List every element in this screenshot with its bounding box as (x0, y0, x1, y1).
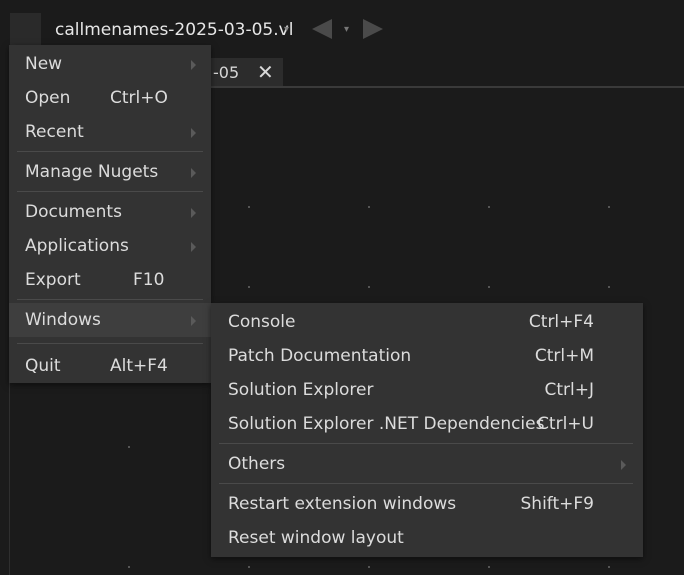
submenu-item-label: Console (228, 312, 296, 332)
menu-item-windows[interactable]: Windows (9, 303, 211, 337)
windows-submenu: Console Ctrl+F4 Patch Documentation Ctrl… (211, 303, 643, 557)
grid-dot (248, 206, 250, 208)
menu-separator (219, 443, 633, 444)
menu-item-shortcut: F10 (133, 270, 165, 290)
grid-dot (488, 286, 490, 288)
menu-item-label: Open (25, 88, 71, 108)
tab-divider (195, 86, 684, 88)
chevron-right-icon (191, 208, 196, 218)
menu-item-label: Recent (25, 122, 84, 142)
submenu-item-console[interactable]: Console Ctrl+F4 (211, 305, 643, 339)
submenu-item-label: Solution Explorer .NET Dependencies (228, 414, 545, 434)
menu-item-documents[interactable]: Documents (9, 195, 211, 229)
grid-dot (368, 206, 370, 208)
grid-dot (488, 206, 490, 208)
submenu-item-label: Patch Documentation (228, 346, 412, 366)
menu-item-shortcut: Ctrl+O (110, 88, 168, 108)
menu-item-applications[interactable]: Applications (9, 229, 211, 263)
chevron-right-icon (191, 168, 196, 178)
submenu-item-label: Reset window layout (228, 528, 404, 548)
triangle-left-icon[interactable] (312, 19, 332, 39)
menu-item-label: Documents (25, 202, 122, 222)
grid-dot (368, 566, 370, 568)
menu-item-label: Export (25, 270, 81, 290)
menu-item-label: Manage Nugets (25, 162, 159, 182)
grid-dot (248, 566, 250, 568)
submenu-item-label: Solution Explorer (228, 380, 374, 400)
menu-item-label: Windows (25, 310, 101, 330)
grid-dot (248, 286, 250, 288)
submenu-item-restart-extension-windows[interactable]: Restart extension windows Shift+F9 (211, 487, 643, 521)
grid-dot (128, 566, 130, 568)
grid-dot (608, 566, 610, 568)
grid-dot (368, 286, 370, 288)
grid-dot (608, 206, 610, 208)
menu-item-quit[interactable]: Quit Alt+F4 (9, 349, 211, 383)
main-menu: New Open Ctrl+O Recent Manage Nugets Doc… (9, 45, 211, 383)
submenu-item-shortcut: Ctrl+F4 (528, 312, 594, 332)
menu-item-recent[interactable]: Recent (9, 115, 211, 149)
close-icon[interactable]: ✕ (257, 60, 274, 84)
submenu-item-shortcut: Shift+F9 (520, 494, 594, 514)
document-title[interactable]: callmenames-2025-03-05.vl (55, 20, 293, 40)
menu-item-manage-nugets[interactable]: Manage Nugets (9, 155, 211, 189)
menu-item-open[interactable]: Open Ctrl+O (9, 81, 211, 115)
menu-separator (17, 191, 203, 192)
caret-down-icon[interactable]: ▾ (344, 24, 349, 35)
triangle-right-icon[interactable] (363, 19, 383, 39)
chevron-right-icon (191, 60, 196, 70)
chevron-right-icon (191, 316, 196, 326)
menu-item-shortcut: Alt+F4 (110, 356, 168, 376)
grid-dot (608, 286, 610, 288)
grid-dot (128, 446, 130, 448)
submenu-item-shortcut: Ctrl+U (537, 414, 594, 434)
submenu-item-label: Restart extension windows (228, 494, 457, 514)
menu-item-label: Quit (25, 356, 61, 376)
menu-separator (17, 343, 203, 344)
menu-item-export[interactable]: Export F10 (9, 263, 211, 297)
submenu-item-others[interactable]: Others (211, 447, 643, 481)
chevron-right-icon (191, 242, 196, 252)
submenu-item-solution-explorer-net-dependencies[interactable]: Solution Explorer .NET Dependencies Ctrl… (211, 407, 643, 441)
chevron-right-icon (191, 128, 196, 138)
document-tab-label[interactable]: -05 (213, 63, 239, 82)
menu-separator (17, 151, 203, 152)
caret-down-icon[interactable]: ▾ (284, 24, 289, 35)
app-menu-button[interactable] (10, 13, 41, 46)
submenu-item-reset-window-layout[interactable]: Reset window layout (211, 521, 643, 555)
submenu-item-shortcut: Ctrl+M (534, 346, 594, 366)
menu-separator (17, 299, 203, 300)
menu-item-new[interactable]: New (9, 47, 211, 81)
grid-dot (488, 566, 490, 568)
submenu-item-shortcut: Ctrl+J (544, 380, 594, 400)
submenu-item-label: Others (228, 454, 286, 474)
menu-item-label: Applications (25, 236, 129, 256)
menu-separator (219, 483, 633, 484)
submenu-item-patch-documentation[interactable]: Patch Documentation Ctrl+M (211, 339, 643, 373)
submenu-item-solution-explorer[interactable]: Solution Explorer Ctrl+J (211, 373, 643, 407)
menu-item-label: New (25, 54, 63, 74)
chevron-right-icon (621, 460, 626, 470)
